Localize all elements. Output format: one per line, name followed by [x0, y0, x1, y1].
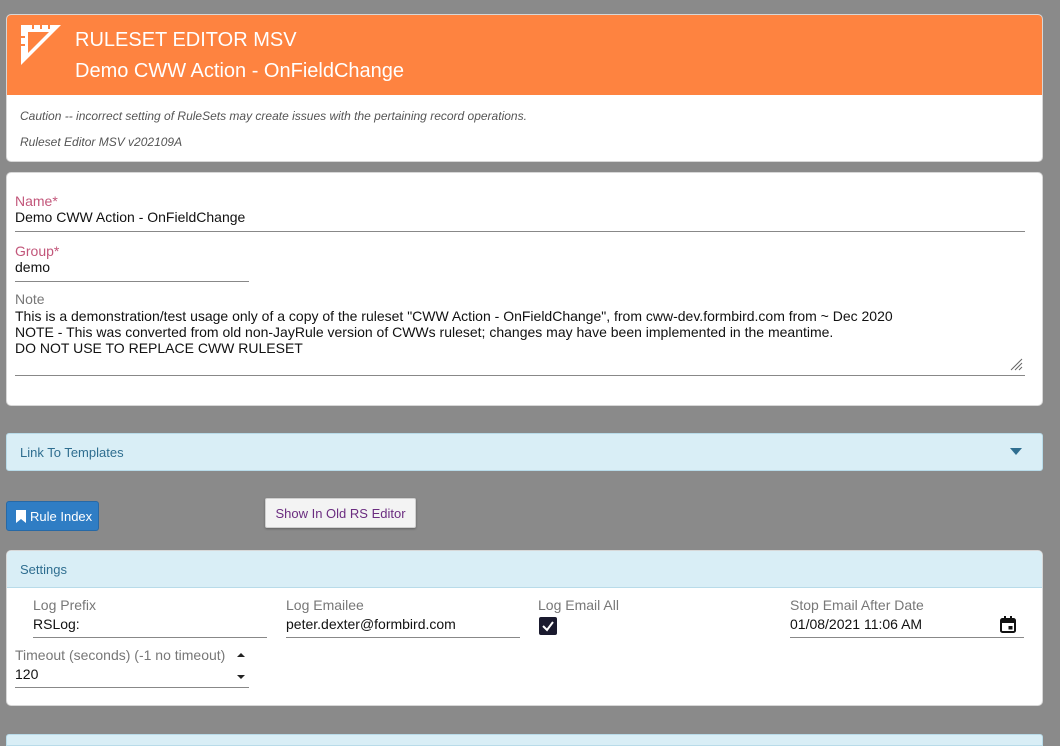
header-banner: RULESET EDITOR MSV Demo CWW Action - OnF…: [7, 15, 1042, 95]
timeout-field[interactable]: Timeout (seconds) (-1 no timeout) 120: [15, 647, 249, 688]
ruler-logo-icon: [21, 25, 61, 65]
rule-index-label: Rule Index: [30, 508, 93, 524]
log-emailee-label: Log Emailee: [286, 597, 364, 613]
header-card: RULESET EDITOR MSV Demo CWW Action - OnF…: [6, 14, 1043, 162]
link-to-templates-panel[interactable]: Link To Templates: [6, 433, 1043, 471]
settings-header[interactable]: Settings: [7, 551, 1042, 588]
stop-email-value: 01/08/2021 11:06 AM: [790, 616, 923, 632]
log-emailee-input[interactable]: peter.dexter@formbird.com: [286, 613, 520, 638]
note-label: Note: [15, 291, 45, 307]
name-label: Name: [15, 193, 53, 209]
rule-index-button[interactable]: Rule Index: [6, 501, 99, 531]
log-emailee-field[interactable]: Log Emailee peter.dexter@formbird.com: [286, 597, 520, 638]
settings-title: Settings: [20, 562, 67, 577]
ruleset-subtitle: Demo CWW Action - OnFieldChange: [75, 60, 405, 82]
log-prefix-label: Log Prefix: [33, 597, 97, 613]
stepper-arrows-icon[interactable]: [236, 651, 246, 685]
link-to-templates-label: Link To Templates: [20, 445, 124, 460]
show-in-old-rs-editor-button[interactable]: Show In Old RS Editor: [265, 498, 416, 528]
group-input[interactable]: demo: [15, 259, 249, 282]
required-mark: *: [52, 193, 58, 209]
name-field[interactable]: Name* Demo CWW Action - OnFieldChange: [15, 193, 1025, 232]
stop-email-field[interactable]: Stop Email After Date 01/08/2021 11:06 A…: [790, 597, 1024, 638]
log-email-all-label: Log Email All: [538, 597, 619, 613]
caution-text: Caution -- incorrect setting of RuleSets…: [20, 109, 527, 123]
settings-card: Settings Log Prefix RSLog: Log Emailee p…: [6, 550, 1043, 706]
ruleset-form-card: Name* Demo CWW Action - OnFieldChange Gr…: [6, 172, 1043, 406]
stop-email-label: Stop Email After Date: [790, 597, 924, 613]
timeout-input[interactable]: 120: [15, 663, 249, 688]
bookmark-icon: [16, 509, 26, 523]
note-field[interactable]: Note This is a demonstration/test usage …: [15, 291, 1025, 376]
version-text: Ruleset Editor MSV v202109A: [20, 135, 183, 149]
log-prefix-field[interactable]: Log Prefix RSLog:: [33, 597, 267, 638]
page-title: RULESET EDITOR MSV: [75, 29, 297, 51]
log-prefix-input[interactable]: RSLog:: [33, 613, 267, 638]
caret-down-icon[interactable]: [1010, 448, 1022, 455]
stop-email-input[interactable]: 01/08/2021 11:06 AM: [790, 613, 1024, 638]
resize-grip-icon[interactable]: [1009, 357, 1023, 371]
required-mark: *: [53, 243, 60, 259]
checkmark-icon: [542, 621, 554, 632]
note-text: This is a demonstration/test usage only …: [15, 308, 893, 356]
timeout-label: Timeout (seconds) (-1 no timeout): [15, 647, 226, 663]
next-panel-header[interactable]: [6, 734, 1043, 746]
timeout-value: 120: [15, 666, 39, 682]
group-field[interactable]: Group* demo: [15, 243, 249, 282]
name-input[interactable]: Demo CWW Action - OnFieldChange: [15, 209, 1025, 232]
log-email-all-checkbox[interactable]: [539, 617, 557, 635]
calendar-icon[interactable]: [1000, 616, 1016, 633]
old-editor-label: Show In Old RS Editor: [275, 505, 406, 521]
log-email-all-field: Log Email All: [538, 597, 738, 641]
group-label: Group: [15, 243, 54, 259]
note-textarea[interactable]: This is a demonstration/test usage only …: [15, 307, 1025, 376]
